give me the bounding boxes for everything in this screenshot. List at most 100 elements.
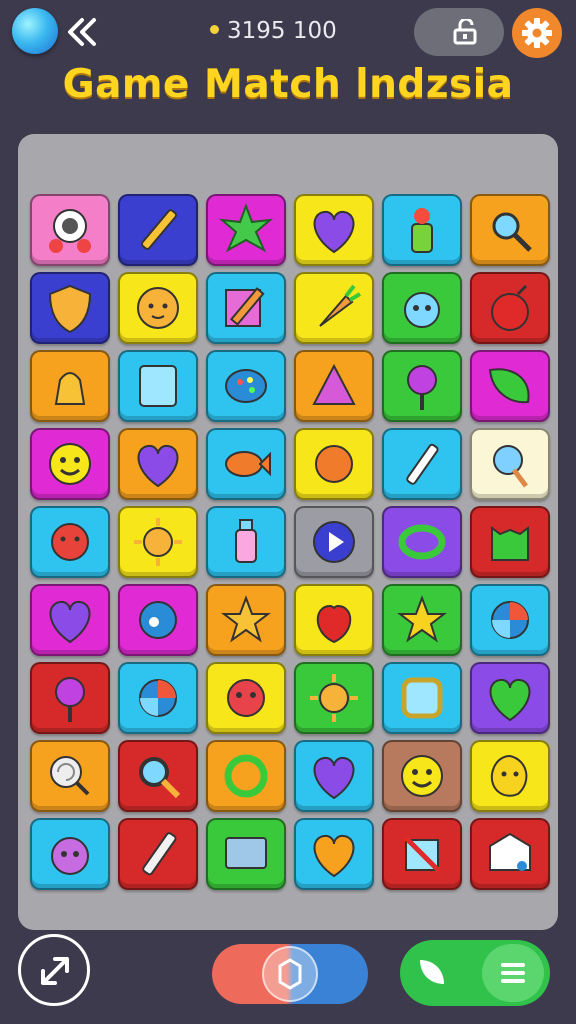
- game-tile[interactable]: [382, 272, 462, 344]
- beach-ball-icon: [491, 601, 529, 639]
- red-face-icon: [227, 679, 265, 717]
- game-tile[interactable]: [294, 662, 374, 734]
- hexagon-icon: [278, 958, 302, 990]
- monster-icon: [491, 526, 529, 561]
- game-tile[interactable]: [118, 740, 198, 812]
- game-tile[interactable]: [118, 506, 198, 578]
- purple-monster-icon: [51, 837, 89, 875]
- lollipop-icon: [407, 365, 437, 410]
- magnifier-star-icon: [492, 212, 532, 252]
- apple-icon: [316, 604, 352, 644]
- play-button-icon: [313, 521, 355, 563]
- face-profile-icon: [315, 445, 353, 483]
- planet-orb-icon[interactable]: [12, 8, 58, 54]
- top-bar: 3195 100: [0, 0, 576, 64]
- game-tile[interactable]: [470, 740, 550, 812]
- lollipop-icon: [55, 677, 85, 722]
- game-tile[interactable]: [118, 662, 198, 734]
- game-tile[interactable]: [206, 194, 286, 266]
- tomato-icon: [51, 523, 89, 561]
- game-tile[interactable]: [206, 350, 286, 422]
- game-tile[interactable]: [30, 662, 110, 734]
- game-tile[interactable]: [382, 740, 462, 812]
- game-tile[interactable]: [470, 584, 550, 656]
- swirl-candy-icon: [50, 756, 90, 796]
- tablet-icon: [139, 365, 177, 407]
- game-tile[interactable]: [382, 194, 462, 266]
- game-tile[interactable]: [30, 740, 110, 812]
- game-tile[interactable]: [470, 662, 550, 734]
- game-tile[interactable]: [206, 506, 286, 578]
- game-tile[interactable]: [206, 428, 286, 500]
- heart-icon: [313, 210, 355, 254]
- hamburger-menu-icon: [501, 963, 525, 983]
- game-tile[interactable]: [30, 350, 110, 422]
- ring-icon: [398, 524, 446, 560]
- game-tile[interactable]: [30, 194, 110, 266]
- game-tile[interactable]: [294, 350, 374, 422]
- screen-icon: [225, 837, 267, 869]
- game-tile[interactable]: [294, 506, 374, 578]
- game-tile[interactable]: [470, 506, 550, 578]
- game-tile[interactable]: [30, 818, 110, 890]
- game-tile[interactable]: [30, 506, 110, 578]
- game-tile[interactable]: [382, 506, 462, 578]
- game-tile[interactable]: [294, 584, 374, 656]
- fish-icon: [225, 451, 271, 477]
- bell-bird-icon: [54, 372, 86, 405]
- game-tile[interactable]: [470, 428, 550, 500]
- green-ring-icon: [224, 754, 268, 798]
- star-creature-icon: [221, 595, 271, 643]
- heart-icon: [313, 756, 355, 800]
- game-tile[interactable]: [382, 350, 462, 422]
- game-tile[interactable]: [118, 818, 198, 890]
- double-chevron-left-icon[interactable]: [62, 12, 102, 52]
- no-pencil-icon: [402, 834, 442, 874]
- game-tile[interactable]: [382, 428, 462, 500]
- game-tile[interactable]: [118, 428, 198, 500]
- game-tile[interactable]: [294, 194, 374, 266]
- game-tile[interactable]: [118, 350, 198, 422]
- game-tile[interactable]: [294, 740, 374, 812]
- sun-icon: [310, 674, 358, 722]
- menu-button[interactable]: [482, 944, 544, 1002]
- game-tile[interactable]: [118, 194, 198, 266]
- game-tile[interactable]: [118, 584, 198, 656]
- orange-heart-icon: [313, 834, 355, 878]
- planet-icon: [139, 601, 177, 639]
- game-tile[interactable]: [470, 350, 550, 422]
- game-tile[interactable]: [206, 818, 286, 890]
- pyramid-icon: [312, 363, 356, 405]
- coin-dot-icon: [210, 25, 219, 34]
- game-tile[interactable]: [382, 584, 462, 656]
- palette-icon: [225, 369, 267, 403]
- game-tile[interactable]: [294, 272, 374, 344]
- game-tile[interactable]: [294, 428, 374, 500]
- game-tile[interactable]: [118, 272, 198, 344]
- settings-button[interactable]: [512, 8, 562, 58]
- game-tile[interactable]: [470, 194, 550, 266]
- slider-knob[interactable]: [262, 946, 318, 1002]
- game-tile[interactable]: [206, 662, 286, 734]
- green-leaf-icon: [488, 368, 530, 404]
- game-tile[interactable]: [382, 662, 462, 734]
- game-tile[interactable]: [30, 584, 110, 656]
- game-tile[interactable]: [206, 584, 286, 656]
- game-tile[interactable]: [30, 272, 110, 344]
- bomb-icon: [491, 284, 529, 331]
- game-tile[interactable]: [206, 740, 286, 812]
- expand-arrow-icon: [41, 957, 69, 985]
- game-tile[interactable]: [470, 272, 550, 344]
- smiley-icon: [401, 755, 443, 797]
- game-tile[interactable]: [294, 818, 374, 890]
- heart-icon: [49, 600, 91, 644]
- eye-robot-icon: [49, 209, 91, 253]
- gear-icon: [522, 18, 552, 48]
- game-tile[interactable]: [30, 428, 110, 500]
- game-tile[interactable]: [470, 818, 550, 890]
- unlock-button[interactable]: [414, 8, 504, 56]
- share-button[interactable]: [18, 934, 90, 1006]
- paint-tube-icon: [406, 443, 439, 485]
- game-tile[interactable]: [206, 272, 286, 344]
- game-tile[interactable]: [382, 818, 462, 890]
